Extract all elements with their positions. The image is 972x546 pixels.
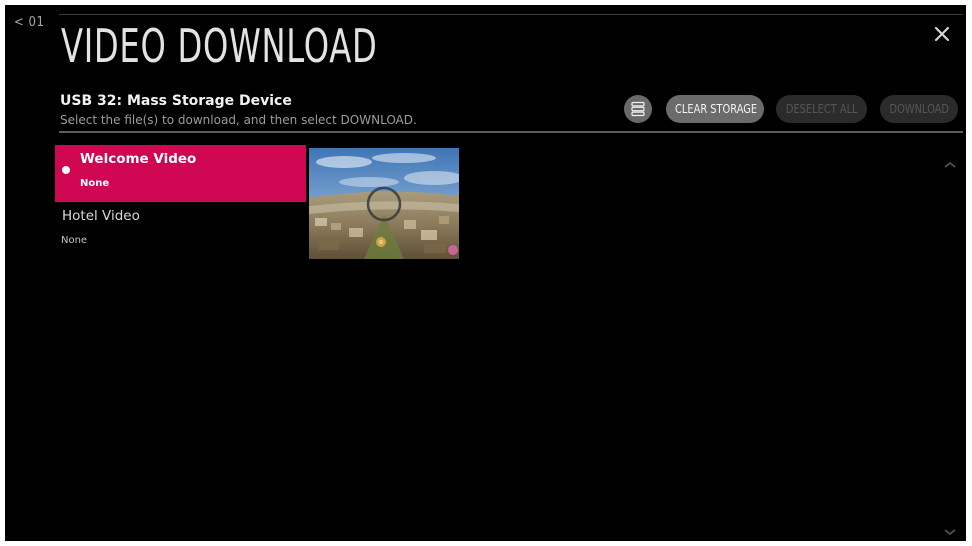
storage-button[interactable] [624, 95, 652, 123]
clear-storage-label: CLEAR STORAGE [675, 102, 758, 116]
chevron-up-icon [944, 161, 956, 168]
video-thumbnail[interactable] [309, 148, 459, 259]
city-aerial-image [309, 148, 459, 259]
download-label: DOWNLOAD [889, 102, 949, 116]
header-divider [59, 131, 963, 133]
video-status: None [61, 235, 88, 246]
scroll-down-button[interactable] [943, 522, 957, 536]
scroll-up-button[interactable] [943, 155, 957, 168]
back-button[interactable]: < 01 [14, 15, 44, 30]
close-icon [934, 26, 950, 42]
video-download-screen: < 01 VIDEO DOWNLOAD USB 32: Mass Storage… [5, 5, 966, 541]
page-title: VIDEO DOWNLOAD [61, 19, 378, 73]
deselect-all-label: DESELECT ALL [785, 102, 858, 116]
video-title: Welcome Video [80, 151, 197, 167]
device-name: USB 32: Mass Storage Device [60, 93, 292, 109]
video-status: None [80, 178, 110, 189]
video-item-welcome[interactable]: Welcome Video None [55, 145, 306, 202]
storage-icon [631, 101, 645, 117]
video-item-hotel[interactable]: Hotel Video None [55, 202, 306, 259]
download-button[interactable]: DOWNLOAD [880, 95, 958, 123]
instruction-text: Select the file(s) to download, and then… [60, 113, 417, 127]
top-divider [59, 14, 963, 15]
close-button[interactable] [932, 24, 952, 44]
selected-dot-icon [62, 166, 70, 174]
deselect-all-button[interactable]: DESELECT ALL [776, 95, 867, 123]
clear-storage-button[interactable]: CLEAR STORAGE [666, 95, 764, 123]
video-title: Hotel Video [62, 208, 140, 224]
chevron-down-icon [944, 529, 956, 536]
